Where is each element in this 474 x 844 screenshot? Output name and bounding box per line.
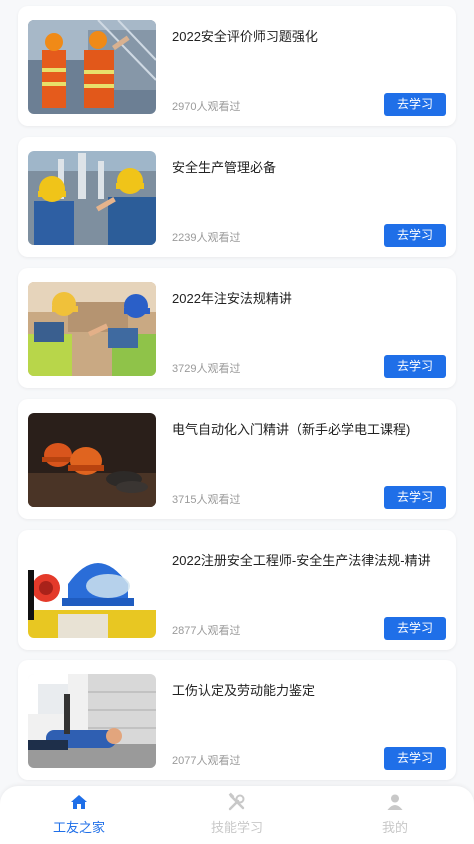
tab-label: 工友之家 xyxy=(52,820,105,835)
user-icon xyxy=(385,792,405,812)
course-card[interactable]: 2022注册安全工程师-安全生产法律法规-精讲 2877人观看过 去学习 xyxy=(18,530,456,650)
course-thumbnail xyxy=(28,151,156,245)
course-title: 2022年注安法规精讲 xyxy=(172,291,292,306)
tab-label: 技能学习 xyxy=(210,820,263,835)
course-views: 3715人观看过 xyxy=(172,494,241,506)
go-learn-button[interactable]: 去学习 xyxy=(384,747,446,770)
course-card[interactable]: 2022安全评价师习题强化 2970人观看过 去学习 xyxy=(18,6,456,126)
go-learn-button[interactable]: 去学习 xyxy=(384,355,446,378)
course-title: 电气自动化入门精讲（新手必学电工课程) xyxy=(172,422,411,437)
tab-label: 我的 xyxy=(381,820,408,835)
course-card[interactable]: 电气自动化入门精讲（新手必学电工课程) 3715人观看过 去学习 xyxy=(18,399,456,519)
bottom-tab-bar: 工友之家 技能学习 我的 xyxy=(0,786,474,844)
course-thumbnail xyxy=(28,544,156,638)
course-title: 2022注册安全工程师-安全生产法律法规-精讲 xyxy=(172,553,431,568)
tools-icon xyxy=(227,792,247,812)
course-title: 工伤认定及劳动能力鉴定 xyxy=(172,683,316,698)
course-views: 3729人观看过 xyxy=(172,363,241,375)
course-thumbnail xyxy=(28,20,156,114)
course-thumbnail xyxy=(28,413,156,507)
course-title: 2022安全评价师习题强化 xyxy=(172,29,318,44)
tab-home[interactable]: 工友之家 xyxy=(4,786,154,836)
go-learn-button[interactable]: 去学习 xyxy=(384,486,446,509)
go-learn-button[interactable]: 去学习 xyxy=(384,224,446,247)
course-card[interactable]: 安全生产管理必备 2239人观看过 去学习 xyxy=(18,137,456,257)
course-views: 2970人观看过 xyxy=(172,101,241,113)
course-views: 2239人观看过 xyxy=(172,232,241,244)
go-learn-button[interactable]: 去学习 xyxy=(384,617,446,640)
tab-skills[interactable]: 技能学习 xyxy=(162,786,312,836)
course-card[interactable]: 工伤认定及劳动能力鉴定 2077人观看过 去学习 xyxy=(18,660,456,780)
tab-profile[interactable]: 我的 xyxy=(320,786,470,836)
home-icon xyxy=(69,792,89,812)
course-views: 2077人观看过 xyxy=(172,755,241,767)
course-card[interactable]: 2022年注安法规精讲 3729人观看过 去学习 xyxy=(18,268,456,388)
course-thumbnail xyxy=(28,282,156,376)
course-views: 2877人观看过 xyxy=(172,625,241,637)
course-thumbnail xyxy=(28,674,156,768)
course-title: 安全生产管理必备 xyxy=(172,160,277,175)
go-learn-button[interactable]: 去学习 xyxy=(384,93,446,116)
